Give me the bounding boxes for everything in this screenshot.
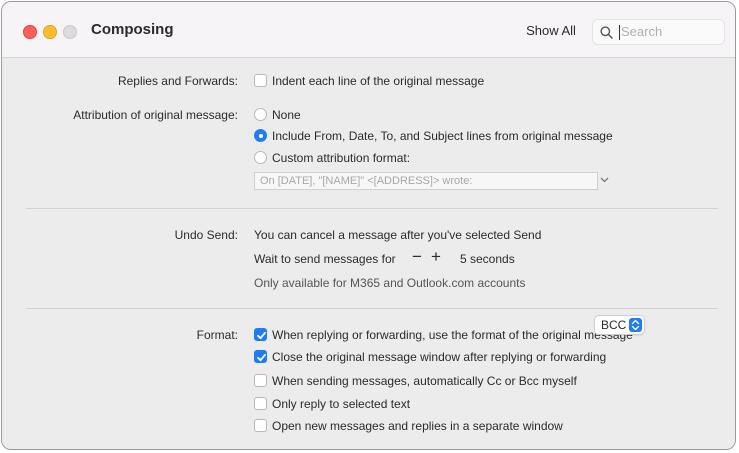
title-bar: Composing Show All Search: [2, 2, 735, 58]
show-all-button[interactable]: Show All: [521, 21, 581, 41]
minimize-window-button[interactable]: [43, 25, 57, 39]
section-divider: [26, 208, 718, 209]
replies-forwards-label: Replies and Forwards:: [117, 74, 238, 88]
increment-delay-button[interactable]: +: [428, 248, 444, 266]
undo-send-note: Only available for M365 and Outlook.com …: [254, 276, 526, 290]
attribution-custom-label: Custom attribution format:: [272, 151, 411, 165]
cc-bcc-selected-value: BCC: [601, 318, 627, 332]
use-original-format-label: When replying or forwarding, use the for…: [272, 328, 633, 342]
use-original-format-checkbox[interactable]: [254, 328, 267, 341]
auto-cc-bcc-label: When sending messages, automatically Cc …: [272, 374, 577, 388]
window-title: Composing: [91, 21, 174, 38]
separate-window-checkbox[interactable]: [254, 419, 267, 432]
attribution-custom-radio[interactable]: [254, 151, 267, 164]
format-label: Format:: [196, 328, 238, 342]
auto-cc-bcc-checkbox[interactable]: [254, 374, 267, 387]
checkmark-icon: [257, 331, 266, 340]
indent-lines-checkbox[interactable]: [254, 74, 267, 87]
preferences-content: Replies and Forwards: Indent each line o…: [2, 58, 735, 449]
decrement-delay-button[interactable]: −: [409, 248, 425, 266]
reply-selected-text-label: Only reply to selected text: [272, 397, 411, 411]
reply-selected-text-checkbox[interactable]: [254, 397, 267, 410]
undo-send-description: You can cancel a message after you've se…: [254, 228, 542, 242]
attribution-include-headers-label: Include From, Date, To, and Subject line…: [272, 129, 613, 143]
popup-arrows-icon: [629, 318, 642, 332]
section-divider: [26, 308, 718, 309]
wait-to-send-label: Wait to send messages for: [254, 252, 396, 266]
close-original-window-checkbox[interactable]: [254, 350, 267, 363]
zoom-window-button[interactable]: [63, 25, 77, 39]
search-field[interactable]: Search: [592, 19, 725, 45]
attribution-label: Attribution of original message:: [73, 108, 238, 122]
attribution-none-label: None: [272, 108, 301, 122]
chevron-down-icon[interactable]: [600, 177, 609, 183]
cc-bcc-popup[interactable]: BCC: [594, 315, 645, 335]
close-original-window-label: Close the original message window after …: [272, 350, 607, 364]
attribution-include-headers-radio[interactable]: [254, 129, 267, 142]
checkmark-icon: [257, 353, 266, 362]
preferences-window: Composing Show All Search Replies and Fo…: [1, 1, 736, 450]
search-icon: [600, 26, 613, 39]
search-placeholder: Search: [621, 24, 663, 39]
attribution-none-radio[interactable]: [254, 108, 267, 121]
wait-value: 5 seconds: [460, 252, 515, 266]
text-caret: [619, 25, 620, 40]
close-window-button[interactable]: [23, 25, 37, 39]
indent-lines-label: Indent each line of the original message: [272, 74, 485, 88]
separate-window-label: Open new messages and replies in a separ…: [272, 419, 563, 433]
undo-send-label: Undo Send:: [174, 228, 238, 242]
custom-attribution-field[interactable]: On [DATE], "[NAME]" <[ADDRESS]> wrote:: [254, 172, 598, 190]
